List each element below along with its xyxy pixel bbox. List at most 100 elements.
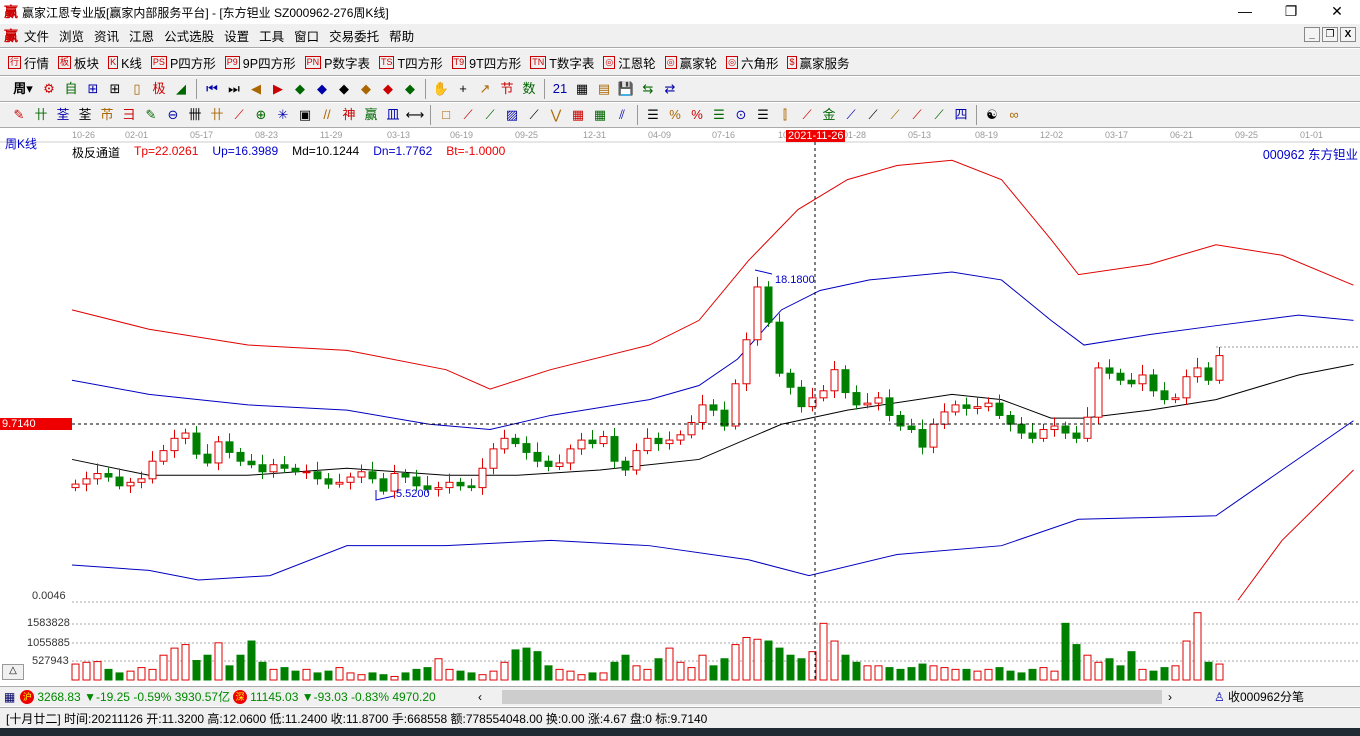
tool-icon[interactable]: ⟋ — [840, 105, 862, 125]
tool-icon[interactable]: 芇 — [96, 105, 118, 125]
kline-chart[interactable]: 10-26 02-01 05-17 08-23 11-29 03-13 06-19 09-25… — [0, 128, 1360, 686]
toolbar-item-4[interactable]: P9 9P四方形 — [224, 53, 296, 72]
tool-icon[interactable]: 卄 — [30, 105, 52, 125]
period-select[interactable]: 周▾ — [8, 79, 38, 99]
maximize-button[interactable]: ❐ — [1268, 0, 1314, 24]
tool-icon[interactable]: ▦ — [567, 105, 589, 125]
tool-icon[interactable]: ▶ — [267, 79, 289, 99]
mdi-minimize-button[interactable]: _ — [1304, 27, 1320, 42]
toolbar-item-6[interactable]: TS T四方形 — [378, 53, 443, 72]
menu-formula[interactable]: 公式选股 — [164, 26, 214, 45]
tool-icon[interactable]: □ — [435, 105, 457, 125]
toolbar-item-3[interactable]: PS P四方形 — [150, 53, 216, 72]
tool-icon[interactable]: ⊙ — [730, 105, 752, 125]
tool-icon[interactable]: + — [452, 79, 474, 99]
tool-icon[interactable]: ⟋ — [862, 105, 884, 125]
tool-icon[interactable]: ⚙ — [38, 79, 60, 99]
scroll-left-icon[interactable]: ‹ — [478, 690, 482, 704]
tool-icon[interactable]: ☰ — [642, 105, 664, 125]
tool-icon[interactable]: 21 — [549, 79, 571, 99]
tool-icon[interactable]: ⫽ — [611, 105, 633, 125]
tool-icon[interactable]: ◢ — [170, 79, 192, 99]
tool-icon[interactable]: 赢 — [360, 105, 382, 125]
tool-icon[interactable]: 数 — [518, 79, 540, 99]
tool-icon[interactable]: ⟋ — [796, 105, 818, 125]
toolbar-item-2[interactable]: K K线 — [108, 53, 142, 72]
tool-icon[interactable]: ⟋ — [457, 105, 479, 125]
tool-icon[interactable]: ◀ — [245, 79, 267, 99]
tool-icon[interactable]: ◆ — [333, 79, 355, 99]
tool-icon[interactable]: ✎ — [8, 105, 30, 125]
menu-settings[interactable]: 设置 — [224, 26, 249, 45]
tool-icon[interactable]: ⟋ — [906, 105, 928, 125]
tool-icon[interactable]: 金 — [818, 105, 840, 125]
tool-icon[interactable]: ✳ — [272, 105, 294, 125]
tool-icon[interactable]: ⟋ — [523, 105, 545, 125]
tool-icon[interactable]: % — [686, 105, 708, 125]
tool-icon[interactable]: ☯ — [981, 105, 1003, 125]
menu-help[interactable]: 帮助 — [389, 26, 414, 45]
tool-icon[interactable]: ⫿ — [774, 105, 796, 125]
tool-icon[interactable]: ⊕ — [250, 105, 272, 125]
mdi-restore-button[interactable]: ❐ — [1322, 27, 1338, 42]
tool-icon[interactable]: ↗ — [474, 79, 496, 99]
toolbar-item-5[interactable]: PN P数字表 — [304, 53, 370, 72]
tool-icon[interactable]: ▦ — [571, 79, 593, 99]
menu-trade[interactable]: 交易委托 — [329, 26, 379, 45]
tool-icon[interactable]: // — [316, 105, 338, 125]
menu-info[interactable]: 资讯 — [94, 26, 119, 45]
tool-icon[interactable]: 节 — [496, 79, 518, 99]
menu-file[interactable]: 文件 — [24, 26, 49, 45]
tool-icon[interactable]: 四 — [950, 105, 972, 125]
tool-icon[interactable]: ▯ — [126, 79, 148, 99]
minimize-button[interactable]: — — [1222, 0, 1268, 24]
toolbar-item-11[interactable]: ◎ 六角形 — [726, 53, 778, 72]
menu-browse[interactable]: 浏览 — [59, 26, 84, 45]
close-button[interactable]: ✕ — [1314, 0, 1360, 24]
tool-icon[interactable]: ▣ — [294, 105, 316, 125]
tool-icon[interactable]: 卄 — [206, 105, 228, 125]
tool-icon[interactable]: 皿 — [382, 105, 404, 125]
toolbar-item-9[interactable]: ◎ 江恩轮 — [603, 53, 656, 72]
tool-icon[interactable]: ◆ — [311, 79, 333, 99]
tool-icon[interactable]: ▦ — [589, 105, 611, 125]
tool-icon[interactable]: ▤ — [593, 79, 615, 99]
tool-icon[interactable]: 自 — [60, 79, 82, 99]
tool-icon[interactable]: 💾 — [615, 79, 637, 99]
expand-button[interactable]: △ — [2, 664, 24, 680]
calendar-icon[interactable]: ▦ — [4, 690, 15, 704]
horizontal-scrollbar[interactable]: ‹ › — [472, 689, 1192, 705]
tool-icon[interactable]: ✋ — [430, 79, 452, 99]
tool-icon[interactable]: ☰ — [752, 105, 774, 125]
menu-gann[interactable]: 江恩 — [129, 26, 154, 45]
tool-icon[interactable]: 极 — [148, 79, 170, 99]
toolbar-item-0[interactable]: 行行情 — [8, 53, 49, 72]
tool-icon[interactable]: ⏮ — [201, 79, 223, 99]
tool-icon[interactable]: 卌 — [184, 105, 206, 125]
tool-icon[interactable]: ⇄ — [659, 79, 681, 99]
toolbar-item-7[interactable]: T9 9T四方形 — [451, 53, 521, 72]
toolbar-item-10[interactable]: ◎ 赢家轮 — [664, 53, 717, 72]
scroll-right-icon[interactable]: › — [1168, 690, 1172, 704]
toolbar-item-12[interactable]: $ 赢家服务 — [787, 53, 850, 72]
tool-icon[interactable]: ⊖ — [162, 105, 184, 125]
tool-icon[interactable]: ⟋ — [928, 105, 950, 125]
mdi-close-button[interactable]: X — [1340, 27, 1356, 42]
tool-icon[interactable]: % — [664, 105, 686, 125]
menu-tools[interactable]: 工具 — [259, 26, 284, 45]
toolbar-item-8[interactable]: TN T数字表 — [530, 53, 594, 72]
tool-icon[interactable]: ∞ — [1003, 105, 1025, 125]
tool-icon[interactable]: ⟋ — [884, 105, 906, 125]
tick-detail-link[interactable]: 收000962分笔 — [1228, 688, 1304, 705]
tool-icon[interactable]: ⇆ — [637, 79, 659, 99]
chart-canvas[interactable]: 10-26 02-01 05-17 08-23 11-29 03-13 06-19 09-25… — [0, 128, 1360, 686]
tool-icon[interactable]: ☰ — [708, 105, 730, 125]
tool-icon[interactable]: 彐 — [118, 105, 140, 125]
tool-icon[interactable]: 荃 — [52, 105, 74, 125]
tool-icon[interactable]: ▨ — [501, 105, 523, 125]
tool-icon[interactable]: ⟷ — [404, 105, 426, 125]
toolbar-item-1[interactable]: 板板块 — [58, 53, 99, 72]
tool-icon[interactable]: ⏭ — [223, 79, 245, 99]
scroll-thumb[interactable] — [502, 690, 1162, 704]
menu-window[interactable]: 窗口 — [294, 26, 319, 45]
